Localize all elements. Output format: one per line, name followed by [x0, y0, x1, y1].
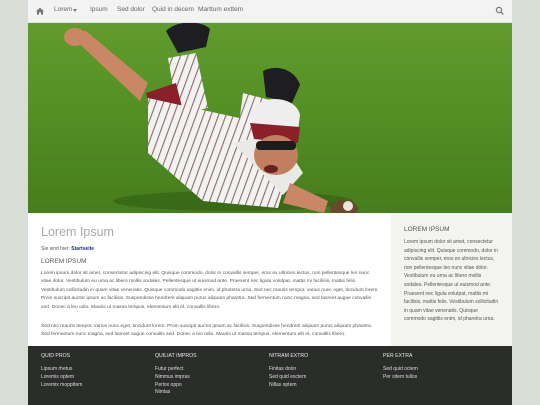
footer-link[interactable]: Per sitem tullos — [383, 374, 493, 382]
footer-link[interactable]: Sed quid exctem — [269, 374, 379, 382]
footer-link[interactable]: Nimmus impras — [155, 374, 265, 382]
footer-column-quiliat-impros: QUILIAT IMPROS Futur perfect Nimmus impr… — [155, 353, 265, 397]
sidebar-text: Lorem ipsum dolor sit amet, consectetur … — [404, 239, 499, 323]
page: Lorem Ipsum Sed dolor Quid in decem Mart… — [28, 0, 512, 405]
main-section: Lorem Ipsum Sie sind hier: Startseite LO… — [28, 213, 512, 346]
breadcrumb-link-home[interactable]: Startseite — [71, 246, 94, 252]
body-paragraph-2: Sed nec mauris tempor, varius nunc eget,… — [41, 324, 373, 338]
footer-link[interactable]: Perlox oppo — [155, 382, 265, 390]
top-navigation-bar: Lorem Ipsum Sed dolor Quid in decem Mart… — [28, 0, 512, 23]
footer-link[interactable]: Loremix moppttem — [41, 382, 151, 390]
footer-link[interactable]: Finitas dolor — [269, 366, 379, 374]
nav-item-marttum-exttem[interactable]: Marttum exttem — [198, 6, 243, 13]
footer-column-nitram-extro: NITRAM EXTRO Finitas dolor Sed quid exct… — [269, 353, 379, 389]
nav-item-lorem[interactable]: Lorem — [54, 6, 72, 13]
home-icon[interactable] — [34, 5, 46, 17]
footer-heading: NITRAM EXTRO — [269, 353, 309, 359]
footer-link[interactable]: Sed quid octem — [383, 366, 493, 374]
nav-item-sed-dolor[interactable]: Sed dolor — [117, 6, 145, 13]
footer-heading: QUILIAT IMPROS — [155, 353, 197, 359]
footer-column-per-extra: PER EXTRA Sed quid octem Per sitem tullo… — [383, 353, 493, 382]
footer-link[interactable]: Nimlas — [155, 389, 265, 397]
body-paragraph-1: Lorem ipsum dolor sit amet, consectetur … — [41, 271, 379, 310]
sidebar-heading: LOREM IPSUM — [404, 226, 450, 233]
footer: QUID PROS Lipsum rhetus Loremis optem Lo… — [28, 346, 512, 405]
baseball-player-diving-photo — [28, 23, 512, 213]
footer-link[interactable]: Futur perfect — [155, 366, 265, 374]
nav-item-quid-in-decem[interactable]: Quid in decem — [152, 6, 194, 13]
footer-column-quid-pros: QUID PROS Lipsum rhetus Loremis optem Lo… — [41, 353, 151, 389]
breadcrumb: Sie sind hier: Startseite — [41, 246, 94, 252]
hero-image — [28, 23, 512, 213]
footer-link[interactable]: Lipsum rhetus — [41, 366, 151, 374]
footer-link[interactable]: Loremis optem — [41, 374, 151, 382]
section-heading: LOREM IPSUM — [41, 258, 87, 265]
footer-heading: QUID PROS — [41, 353, 71, 359]
sidebar: LOREM IPSUM Lorem ipsum dolor sit amet, … — [391, 213, 512, 346]
breadcrumb-prefix: Sie sind hier: — [41, 246, 70, 252]
footer-heading: PER EXTRA — [383, 353, 413, 359]
search-icon[interactable] — [494, 5, 506, 17]
footer-link[interactable]: Nillas optem — [269, 382, 379, 390]
nav-item-ipsum[interactable]: Ipsum — [90, 6, 108, 13]
chevron-down-icon[interactable] — [73, 9, 77, 12]
page-title: Lorem Ipsum — [41, 225, 114, 239]
